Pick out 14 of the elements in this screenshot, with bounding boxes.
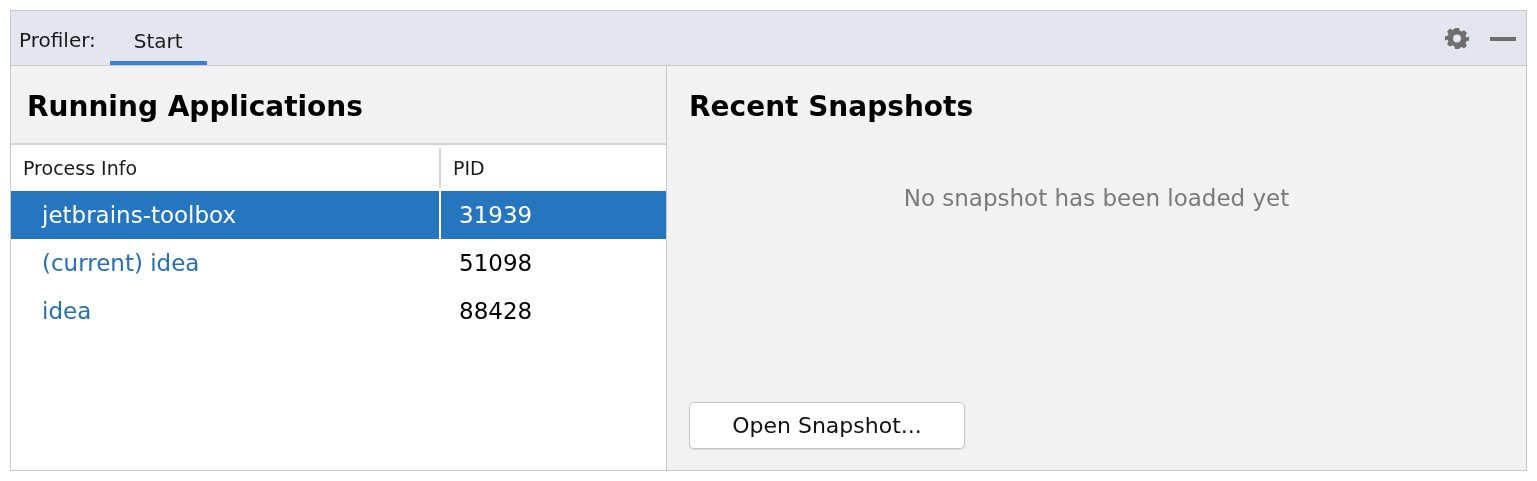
tab[interactable]: Start <box>109 11 207 65</box>
table-cell-text: 88428 <box>458 297 534 326</box>
empty-message: No snapshot has been loaded yet <box>902 185 1291 211</box>
table-cell-text: 51098 <box>458 249 534 278</box>
settings-icon[interactable] <box>1444 26 1470 52</box>
column-header[interactable]: PID <box>441 148 666 188</box>
panel-title: Recent Snapshots <box>689 89 975 125</box>
panel-title: Running Applications <box>26 89 364 125</box>
toolbar-label: Profiler: <box>19 27 96 52</box>
column-header[interactable]: Process Info <box>11 148 441 188</box>
table-cell: idea <box>11 287 441 335</box>
table-row[interactable]: jetbrains-toolbox 31939 <box>11 191 666 239</box>
table-cell-text: 31939 <box>458 201 534 230</box>
open-snapshot-button[interactable]: Open Snapshot... <box>689 402 965 449</box>
